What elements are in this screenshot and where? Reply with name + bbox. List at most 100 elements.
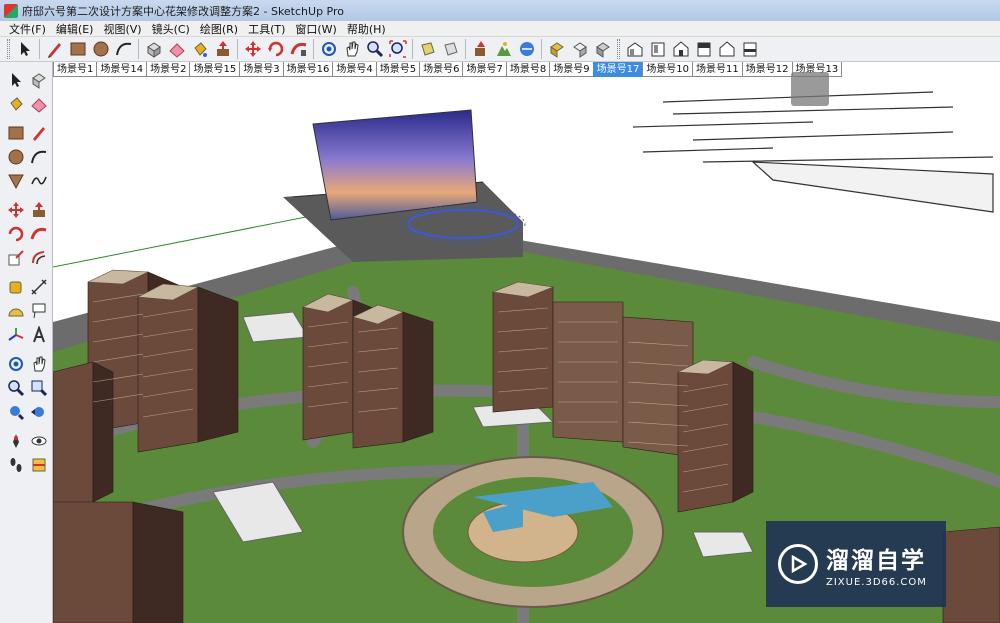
text-icon[interactable] bbox=[27, 299, 50, 322]
menu-window[interactable]: 窗口(W) bbox=[290, 21, 341, 37]
menu-view[interactable]: 视图(V) bbox=[98, 21, 146, 37]
circle-icon[interactable] bbox=[4, 145, 27, 168]
move-icon[interactable] bbox=[4, 198, 27, 221]
central-plaza bbox=[402, 456, 664, 608]
zoom-icon[interactable] bbox=[4, 376, 27, 399]
title-bar: 府邸六号第二次设计方案中心花架修改调整方案2 - SketchUp Pro bbox=[0, 0, 1000, 21]
components-icon[interactable] bbox=[569, 39, 590, 60]
axes-icon[interactable] bbox=[4, 323, 27, 346]
line-icon[interactable] bbox=[27, 121, 50, 144]
window-title: 府邸六号第二次设计方案中心花架修改调整方案2 - SketchUp Pro bbox=[22, 4, 345, 18]
pan-icon[interactable] bbox=[341, 39, 362, 60]
menu-camera[interactable]: 镜头(C) bbox=[147, 21, 195, 37]
menu-help[interactable]: 帮助(H) bbox=[342, 21, 391, 37]
orbit-icon[interactable] bbox=[318, 39, 339, 60]
rectangle-icon[interactable] bbox=[4, 121, 27, 144]
toggle-terrain-icon[interactable] bbox=[493, 39, 514, 60]
toolbar-separator bbox=[39, 39, 40, 59]
look-around-icon[interactable] bbox=[27, 429, 50, 452]
polygon-icon[interactable] bbox=[4, 169, 27, 192]
styles-icon[interactable] bbox=[592, 39, 613, 60]
toolbar-separator bbox=[465, 39, 466, 59]
rotate-icon[interactable] bbox=[4, 222, 27, 245]
scene-tab[interactable]: 场景号9 bbox=[549, 62, 594, 77]
sketchup-logo-icon bbox=[4, 3, 18, 18]
share-model-icon[interactable] bbox=[546, 39, 567, 60]
walk-icon[interactable] bbox=[4, 453, 27, 476]
circle-icon[interactable] bbox=[90, 39, 111, 60]
menu-draw[interactable]: 绘图(R) bbox=[195, 21, 243, 37]
scene-tab[interactable]: 场景号14 bbox=[96, 62, 148, 77]
front-view-icon[interactable] bbox=[670, 39, 691, 60]
pencil-icon[interactable] bbox=[44, 39, 65, 60]
scene-tab[interactable]: 场景号1 bbox=[53, 62, 98, 77]
right-view-icon[interactable] bbox=[693, 39, 714, 60]
scene-tab[interactable]: 场景号10 bbox=[642, 62, 694, 77]
eraser-icon[interactable] bbox=[166, 39, 187, 60]
watermark-url: ZIXUE.3D66.COM bbox=[826, 576, 927, 588]
make-component-icon[interactable] bbox=[27, 68, 50, 91]
top-view-icon[interactable] bbox=[647, 39, 668, 60]
make-component-icon[interactable] bbox=[143, 39, 164, 60]
pan-icon[interactable] bbox=[27, 352, 50, 375]
protractor-icon[interactable] bbox=[4, 299, 27, 322]
freehand-icon[interactable] bbox=[27, 169, 50, 192]
scene-tab[interactable]: 场景号2 bbox=[146, 62, 191, 77]
scale-icon[interactable] bbox=[4, 246, 27, 269]
toolbar-grip[interactable] bbox=[7, 39, 10, 59]
position-camera-icon[interactable] bbox=[4, 429, 27, 452]
scene-tab[interactable]: 场景号4 bbox=[332, 62, 377, 77]
scene-tab[interactable]: 场景号11 bbox=[692, 62, 743, 77]
next-view-icon[interactable] bbox=[440, 39, 461, 60]
scene-tab[interactable]: 场景号16 bbox=[282, 62, 334, 77]
move-icon[interactable] bbox=[242, 39, 263, 60]
scene-tab[interactable]: 场景号12 bbox=[741, 62, 793, 77]
tape-measure-icon[interactable] bbox=[4, 275, 27, 298]
dimension-icon[interactable] bbox=[27, 275, 50, 298]
menu-tools[interactable]: 工具(T) bbox=[243, 21, 290, 37]
zoom-extents-icon[interactable] bbox=[4, 400, 27, 423]
menu-bar: 文件(F) 编辑(E) 视图(V) 镜头(C) 绘图(R) 工具(T) 窗口(W… bbox=[0, 21, 1000, 37]
watermark-name: 溜溜自学 bbox=[826, 547, 926, 574]
large-tool-set bbox=[0, 62, 53, 623]
follow-me-icon[interactable] bbox=[27, 222, 50, 245]
scene-tab[interactable]: 场景号7 bbox=[462, 62, 507, 77]
offset-icon[interactable] bbox=[27, 246, 50, 269]
orbit-icon[interactable] bbox=[4, 352, 27, 375]
arc-icon[interactable] bbox=[27, 145, 50, 168]
toolbar-grip[interactable] bbox=[617, 39, 620, 59]
rotate-icon[interactable] bbox=[265, 39, 286, 60]
select-icon[interactable] bbox=[4, 68, 27, 91]
paint-bucket-icon[interactable] bbox=[4, 92, 27, 115]
rectangle-icon[interactable] bbox=[67, 39, 88, 60]
select-icon[interactable] bbox=[14, 39, 35, 60]
scene-tab[interactable]: 场景号3 bbox=[239, 62, 284, 77]
arc-icon[interactable] bbox=[113, 39, 134, 60]
scene-tab[interactable]: 场景号6 bbox=[419, 62, 464, 77]
scene-tab[interactable]: 场景号8 bbox=[505, 62, 551, 77]
menu-edit[interactable]: 编辑(E) bbox=[51, 21, 99, 37]
left-view-icon[interactable] bbox=[739, 39, 760, 60]
zoom-icon[interactable] bbox=[364, 39, 385, 60]
scene-tab-active[interactable]: 场景号17 bbox=[592, 62, 644, 77]
push-pull-icon[interactable] bbox=[212, 39, 233, 60]
menu-file[interactable]: 文件(F) bbox=[4, 21, 51, 37]
3d-text-icon[interactable] bbox=[27, 323, 50, 346]
paint-bucket-icon[interactable] bbox=[189, 39, 210, 60]
follow-me-icon[interactable] bbox=[288, 39, 309, 60]
iso-view-icon[interactable] bbox=[624, 39, 645, 60]
zoom-window-icon[interactable] bbox=[27, 376, 50, 399]
add-location-icon[interactable] bbox=[470, 39, 491, 60]
scene-tab[interactable]: 场景号15 bbox=[189, 62, 241, 77]
push-pull-icon[interactable] bbox=[27, 198, 50, 221]
get-models-icon[interactable] bbox=[516, 39, 537, 60]
zoom-extents-icon[interactable] bbox=[387, 39, 408, 60]
section-plane-icon[interactable] bbox=[27, 453, 50, 476]
previous-view-icon[interactable] bbox=[417, 39, 438, 60]
back-view-icon[interactable] bbox=[716, 39, 737, 60]
main-toolbar bbox=[0, 37, 1000, 62]
eraser-icon[interactable] bbox=[27, 92, 50, 115]
scene-tab[interactable]: 场景号5 bbox=[375, 62, 421, 77]
previous-view-icon[interactable] bbox=[27, 400, 50, 423]
toolbar-separator bbox=[138, 39, 139, 59]
